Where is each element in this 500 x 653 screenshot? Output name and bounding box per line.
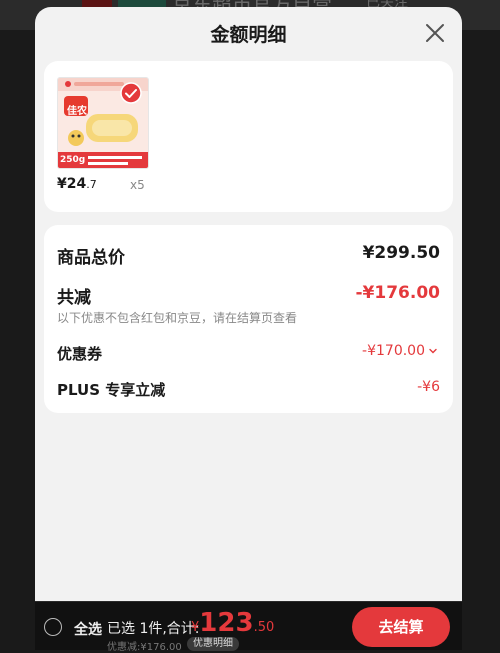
product-price-dec: .7 bbox=[86, 178, 97, 191]
reduce-note: 以下优惠不包含红包和京豆，请在结算页查看 bbox=[57, 311, 298, 325]
total-reduce-value: -¥176.00 bbox=[355, 283, 441, 303]
close-button[interactable] bbox=[424, 22, 446, 44]
coupon-label: 优惠券 bbox=[57, 345, 103, 363]
checkmark-icon bbox=[120, 82, 142, 104]
selected-count-text: 已选 1件,合计: bbox=[107, 621, 200, 637]
product-selected-check[interactable] bbox=[120, 82, 142, 104]
total-reduce-label: 共减 bbox=[57, 288, 91, 308]
sheet-title: 金额明细 bbox=[210, 24, 287, 46]
product-price-int: ¥24 bbox=[57, 176, 87, 192]
product-card: 佳农 250g ¥24.7 x5 bbox=[44, 61, 453, 212]
payable-total: ¥123.50 bbox=[191, 608, 274, 638]
coupon-amount: -¥170.00 bbox=[362, 343, 425, 359]
close-icon bbox=[426, 24, 444, 42]
plus-discount-label: PLUS 专享立减 bbox=[57, 381, 166, 399]
checkout-button[interactable]: 去结算 bbox=[352, 607, 450, 647]
product-image[interactable]: 佳农 250g bbox=[57, 77, 149, 169]
amount-detail-sheet: 金额明细 佳农 250g ¥24.7 x5 商品总价 ¥299.50 共减 -¥… bbox=[35, 7, 462, 649]
total-int: 123 bbox=[199, 608, 254, 638]
select-all-label[interactable]: 全选 bbox=[74, 619, 102, 639]
product-weight-label: 250g bbox=[60, 155, 86, 165]
plus-discount-value: -¥6 bbox=[417, 379, 440, 395]
select-all-checkbox[interactable] bbox=[44, 618, 62, 636]
total-price-value: ¥299.50 bbox=[362, 243, 440, 263]
product-brand-label: 佳农 bbox=[67, 106, 87, 117]
chevron-down-icon bbox=[429, 348, 437, 354]
coupon-value[interactable]: -¥170.00 bbox=[362, 343, 438, 359]
price-breakdown-card: 商品总价 ¥299.50 共减 -¥176.00 以下优惠不包含红包和京豆，请在… bbox=[44, 225, 453, 413]
product-quantity: x5 bbox=[130, 178, 145, 192]
product-price: ¥24.7 bbox=[57, 176, 97, 192]
total-dec: .50 bbox=[253, 620, 275, 635]
total-price-label: 商品总价 bbox=[57, 248, 125, 268]
checkout-bar: 全选 已选 1件,合计: ¥123.50 优惠减:¥176.00 优惠明细 去结… bbox=[35, 601, 462, 653]
discount-summary: 优惠减:¥176.00 bbox=[107, 642, 182, 653]
sheet-header: 金额明细 bbox=[35, 7, 462, 59]
